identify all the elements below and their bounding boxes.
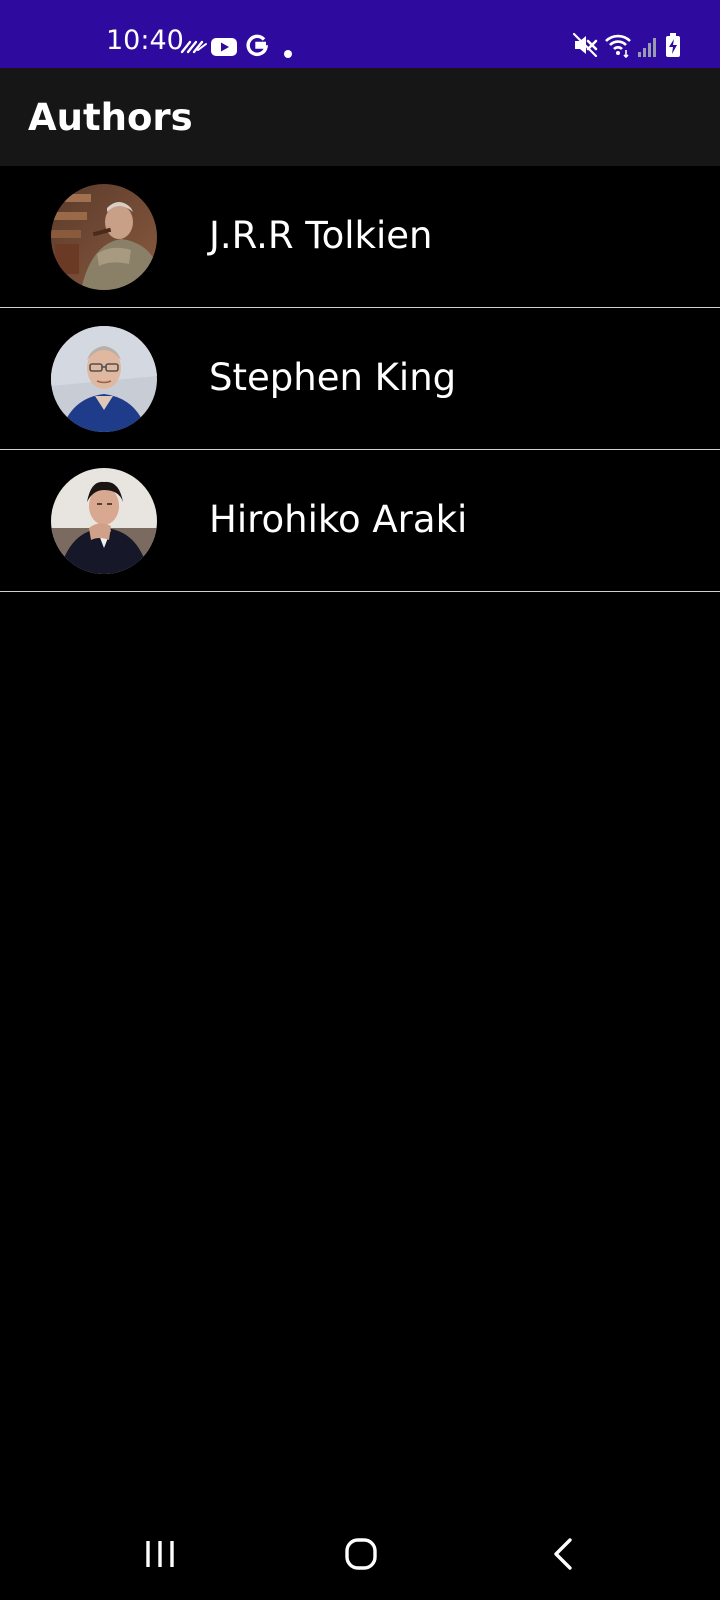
status-time: 10:40 (106, 25, 184, 56)
app-bar: Authors (0, 68, 720, 166)
recent-apps-icon[interactable] (120, 1510, 200, 1600)
author-name: Hirohiko Araki (209, 498, 468, 541)
google-icon (246, 34, 269, 57)
author-name: J.R.R Tolkien (209, 214, 433, 257)
battery-charging-icon (666, 33, 680, 57)
avatar-stephen-king (51, 326, 157, 432)
wifi-icon (605, 34, 631, 59)
list-item-author[interactable]: J.R.R Tolkien (0, 166, 720, 308)
list-item-author[interactable]: Stephen King (0, 308, 720, 450)
author-list: J.R.R Tolkien Stephen King Hirohiko Arak… (0, 166, 720, 592)
youtube-icon (211, 38, 237, 56)
dot-icon (284, 50, 292, 58)
home-icon[interactable] (321, 1510, 401, 1600)
list-item-author[interactable]: Hirohiko Araki (0, 450, 720, 592)
status-bar: 10:40 (0, 0, 720, 68)
avatar-tolkien (51, 184, 157, 290)
tilde-signal-icon (180, 40, 207, 54)
system-nav-bar (0, 1510, 720, 1600)
signal-bars-icon (638, 38, 656, 57)
avatar-hirohiko-araki (51, 468, 157, 574)
mute-icon (572, 32, 598, 58)
page-title: Authors (28, 96, 193, 139)
back-icon[interactable] (523, 1510, 603, 1600)
author-name: Stephen King (209, 356, 457, 399)
